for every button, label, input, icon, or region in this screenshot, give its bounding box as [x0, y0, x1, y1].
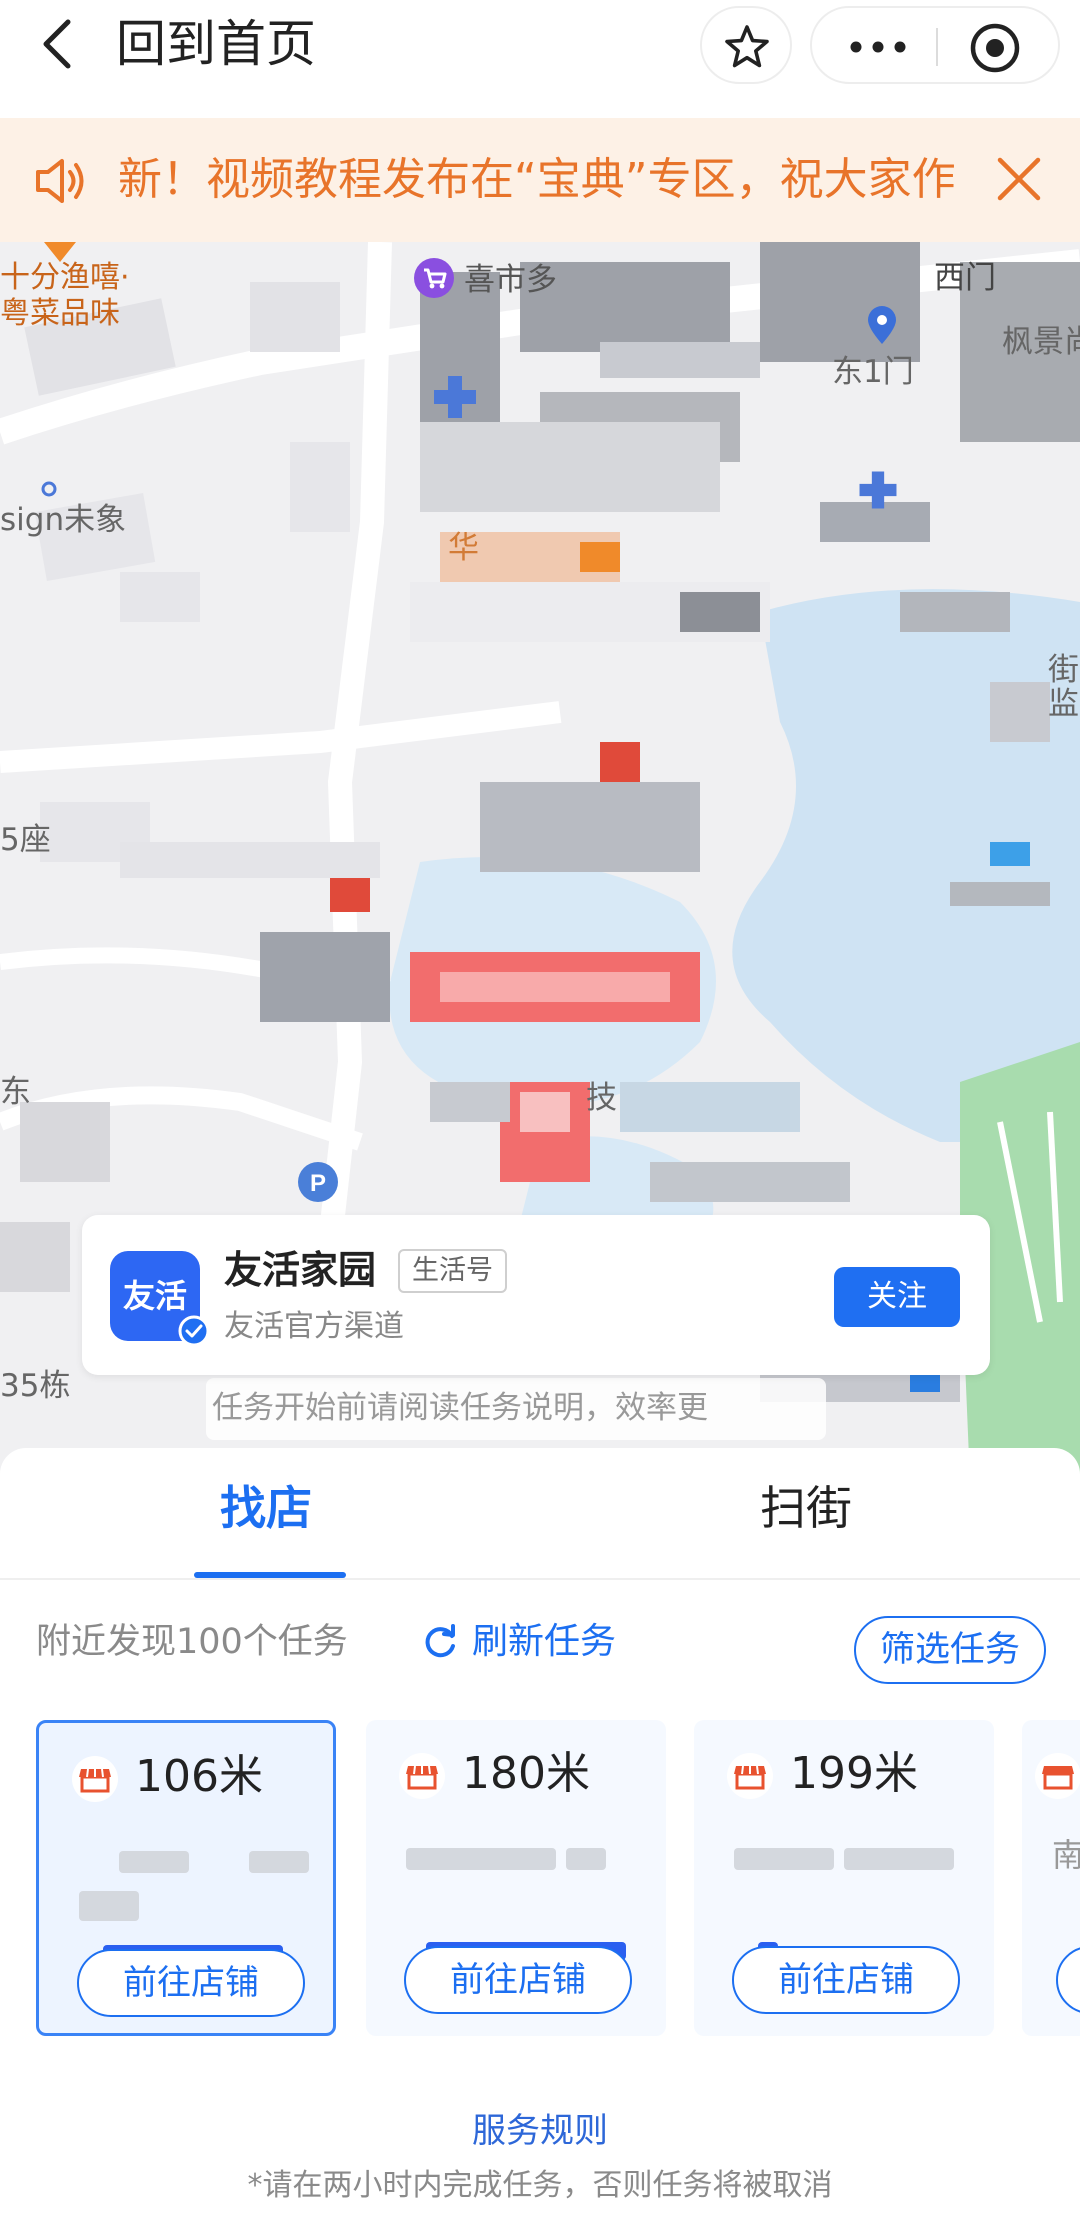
- go-to-store-button[interactable]: 前往店铺: [404, 1946, 632, 2014]
- cancellation-note: *请在两小时内完成任务，否则任务将被取消: [247, 2168, 833, 2203]
- refresh-icon[interactable]: [420, 1622, 460, 1662]
- task-card[interactable]: 106米 前往店铺: [36, 1720, 336, 2036]
- filter-tasks-button[interactable]: 筛选任务: [854, 1616, 1046, 1684]
- gate-marker-icon[interactable]: [864, 306, 900, 346]
- account-name: 友活家园: [224, 1248, 377, 1292]
- map-label-restaurant[interactable]: 十分渔嘻·: [0, 260, 130, 296]
- blurred-store-name: [566, 1848, 606, 1870]
- close-target-icon[interactable]: [968, 21, 1022, 75]
- verified-badge-icon: [178, 1315, 210, 1347]
- more-icon[interactable]: [846, 28, 910, 66]
- close-icon[interactable]: [990, 150, 1048, 208]
- go-to-store-button[interactable]: 前往店铺: [77, 1949, 305, 2017]
- page-title[interactable]: 回到首页: [116, 12, 316, 76]
- task-distance: 199米: [790, 1748, 918, 1799]
- tab-sweep-street[interactable]: 扫街: [760, 1478, 852, 1538]
- blurred-store-name: [249, 1851, 309, 1873]
- capsule-menu: [810, 6, 1060, 84]
- favorite-button[interactable]: [700, 6, 792, 84]
- map-label-ji: 技: [586, 1080, 617, 1116]
- blurred-store-name: [119, 1851, 189, 1873]
- map-label-east-char: 东: [0, 1074, 31, 1110]
- task-card[interactable]: 199米 前往店铺: [694, 1720, 994, 2036]
- account-subtitle: 友活官方渠道: [224, 1309, 404, 1344]
- map-label-west-gate[interactable]: 西门: [934, 258, 996, 298]
- map-label-supervise: 监: [1048, 686, 1079, 722]
- hospital-cross-icon[interactable]: [856, 468, 900, 512]
- task-store-name: 南: [1052, 1836, 1080, 1874]
- nearby-task-count: 附近发现100个任务: [36, 1622, 348, 1662]
- notice-banner: 新！视频教程发布在“宝典”专区，祝大家作: [0, 118, 1080, 242]
- account-card[interactable]: 友活 友活家园 生活号 友活官方渠道 关注: [82, 1215, 990, 1375]
- active-tab-indicator: [194, 1572, 346, 1578]
- back-arrow-icon[interactable]: [30, 14, 90, 74]
- tab-divider: [0, 1578, 1080, 1580]
- map-label-building-seat[interactable]: 5座: [0, 820, 51, 860]
- store-icon: [72, 1756, 118, 1802]
- hospital-cross-icon[interactable]: [430, 372, 480, 422]
- notice-text: 新！视频教程发布在“宝典”专区，祝大家作: [118, 154, 956, 205]
- task-hint[interactable]: 任务开始前请阅读任务说明，效率更: [212, 1384, 772, 1434]
- task-distance: 180米: [462, 1748, 590, 1799]
- capsule-divider: [936, 28, 938, 66]
- shopping-cart-icon[interactable]: [412, 256, 456, 300]
- follow-button[interactable]: 关注: [834, 1267, 960, 1327]
- task-sheet: 找店 扫街 附近发现100个任务 刷新任务 筛选任务 106米 前往店铺 180…: [0, 1448, 1080, 2234]
- map-label-supermarket[interactable]: 喜市多: [464, 260, 557, 300]
- svg-text:P: P: [310, 1170, 326, 1197]
- app-root: 回到首页 新！视频教程发布在“宝典”专区，祝大家作 P 十分渔嘻· 粤菜品味 喜…: [0, 0, 1080, 2234]
- task-distance: 106米: [135, 1751, 263, 1802]
- map-label-maple[interactable]: 枫景尚: [1002, 322, 1080, 362]
- parking-icon[interactable]: P: [296, 1160, 340, 1204]
- speaker-icon: [36, 159, 84, 203]
- blurred-store-name: [844, 1848, 954, 1870]
- star-icon: [725, 25, 769, 68]
- go-to-store-button[interactable]: [1056, 1946, 1080, 2014]
- map-label-hua: 华: [448, 530, 479, 566]
- blurred-store-address: [79, 1891, 139, 1921]
- tab-find-store[interactable]: 找店: [220, 1478, 312, 1538]
- map-label-restaurant-sub[interactable]: 粤菜品味: [0, 296, 120, 332]
- map-label-east-gate[interactable]: 东1门: [832, 352, 914, 392]
- blurred-store-name: [734, 1848, 834, 1870]
- go-to-store-button[interactable]: 前往店铺: [732, 1946, 960, 2014]
- store-icon: [1035, 1753, 1080, 1799]
- task-card[interactable]: 180米 前往店铺: [366, 1720, 666, 2036]
- map-label-design[interactable]: sign未象: [0, 500, 126, 540]
- navigation-bar: 回到首页: [0, 0, 1080, 118]
- location-dot-icon: [41, 481, 57, 497]
- task-card[interactable]: 南: [1022, 1720, 1080, 2036]
- store-icon: [399, 1753, 445, 1799]
- map-label-building-35[interactable]: 35栋: [0, 1366, 70, 1406]
- store-icon: [727, 1753, 773, 1799]
- service-rules-link[interactable]: 服务规则: [0, 2108, 1080, 2154]
- account-tag: 生活号: [398, 1249, 507, 1293]
- refresh-tasks-button[interactable]: 刷新任务: [472, 1618, 616, 1666]
- blurred-store-name: [406, 1848, 556, 1870]
